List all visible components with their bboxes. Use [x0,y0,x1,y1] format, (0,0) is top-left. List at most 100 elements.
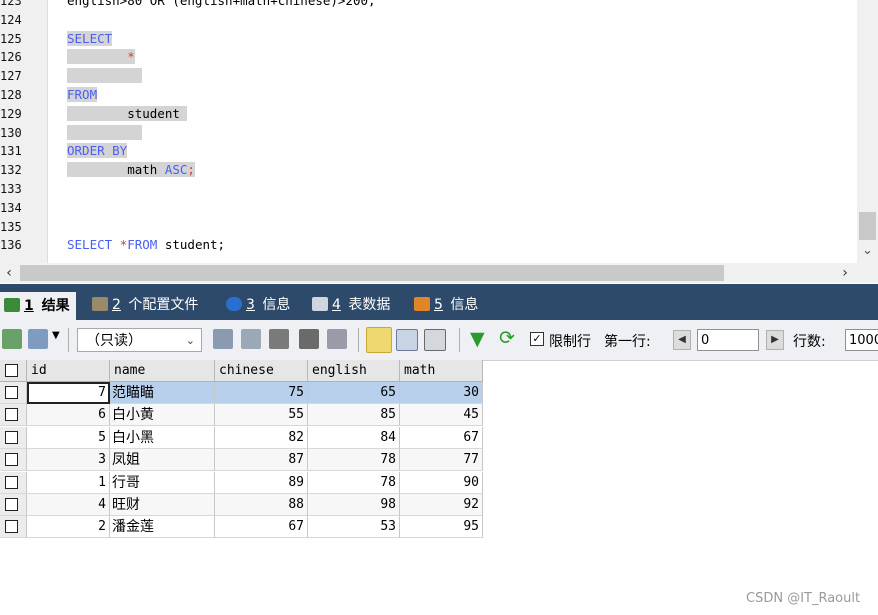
table-row[interactable]: 2 潘金莲 67 53 95 [0,516,483,539]
cell-english[interactable]: 85 [308,404,400,427]
checkbox-icon[interactable] [5,498,18,511]
code-line[interactable]: student [67,105,188,123]
code-line[interactable]: SELECT [67,30,113,48]
cell-chinese[interactable]: 88 [215,494,308,516]
table-row[interactable]: 5 白小黑 82 84 67 [0,426,483,449]
cell-math[interactable]: 77 [400,449,483,472]
cell-english[interactable]: 53 [308,516,400,539]
text-view-icon[interactable] [424,329,446,351]
tab-history[interactable]: 5 信息 [414,290,478,320]
sql-editor[interactable]: 123 124 125 126 127 128 129 130 131 132 133 134 135 1… [0,0,878,263]
checkbox-icon[interactable] [5,386,18,399]
row-checkbox[interactable] [0,382,27,404]
cell-math[interactable]: 67 [400,426,483,449]
row-checkbox[interactable] [0,494,27,516]
cell-english[interactable]: 65 [308,382,400,404]
scroll-left-icon[interactable]: ‹ [0,263,18,283]
cell-id[interactable]: 6 [27,404,110,427]
table-row[interactable]: 1 行哥 89 78 90 [0,471,483,494]
cell-english[interactable]: 98 [308,494,400,516]
table-row[interactable]: 6 白小黄 55 85 45 [0,404,483,427]
table-row[interactable]: 4 旺财 88 98 92 [0,494,483,516]
checkbox-icon[interactable] [5,408,18,422]
first-row-input[interactable]: 0 [697,329,759,351]
form-view-icon[interactable] [396,329,418,351]
column-header-id[interactable]: id [27,360,110,382]
column-header-chinese[interactable]: chinese [215,360,308,382]
tab-profile[interactable]: 2 个配置文件 [92,290,198,320]
cell-math[interactable]: 30 [400,382,483,404]
cell-id[interactable]: 3 [27,449,110,472]
code-line[interactable]: math ASC; [67,161,195,179]
table-row[interactable]: 3 凤姐 87 78 77 [0,449,483,472]
column-header-english[interactable]: english [308,360,400,382]
cell-chinese[interactable]: 67 [215,516,308,539]
dropdown-arrow-icon[interactable]: ▼ [52,330,60,341]
code-line[interactable] [67,124,143,142]
save-icon[interactable] [269,329,289,349]
grid-header-row[interactable]: id name chinese english math [0,360,483,382]
cell-chinese[interactable]: 82 [215,426,308,449]
cancel-changes-icon[interactable] [327,329,347,349]
duplicate-row-icon[interactable] [241,329,261,349]
column-header-name[interactable]: name [110,360,215,382]
export-grid-icon[interactable] [2,329,22,349]
cell-id[interactable]: 2 [27,516,110,539]
code-line[interactable]: english>80 OR (english+math+chinese)>200… [67,0,376,10]
checkbox-icon[interactable] [5,453,18,467]
checkbox-icon[interactable] [5,520,18,534]
editor-vertical-scrollbar[interactable]: ⌄ [857,0,878,263]
code-line[interactable]: SELECT *FROM student; [67,236,225,254]
cell-id[interactable]: 7 [27,382,110,404]
next-page-icon[interactable]: ▶ [766,330,784,350]
cell-name[interactable]: 凤姐 [110,449,215,472]
tab-table-data[interactable]: 4 表数据 [312,290,390,320]
cell-id[interactable]: 4 [27,494,110,516]
editor-horizontal-scrollbar[interactable]: ‹ › [0,263,878,283]
row-count-input[interactable]: 1000 [845,329,878,351]
cell-name[interactable]: 旺财 [110,494,215,516]
cell-english[interactable]: 78 [308,471,400,494]
cell-english[interactable]: 78 [308,449,400,472]
checkbox-icon[interactable] [5,430,18,444]
cell-math[interactable]: 92 [400,494,483,516]
result-mode-select[interactable]: （只读） ⌄ [77,328,202,352]
code-line[interactable]: FROM [67,86,98,104]
cell-name[interactable]: 行哥 [110,471,215,494]
row-checkbox[interactable] [0,516,27,539]
add-row-icon[interactable] [213,329,233,349]
filter-icon[interactable]: ▼ [470,328,485,350]
refresh-icon[interactable]: ⟳ [499,327,515,349]
code-line[interactable]: * [67,48,135,66]
cell-chinese[interactable]: 87 [215,449,308,472]
cell-math[interactable]: 90 [400,471,483,494]
limit-rows-checkbox[interactable]: ✓ [530,332,544,346]
tab-result[interactable]: 1 结果 [0,292,76,320]
tab-info[interactable]: 3 信息 [226,290,290,320]
table-row[interactable]: 7 范瞄瞄 75 65 30 [0,382,483,404]
cell-name[interactable]: 白小黄 [110,404,215,427]
row-checkbox[interactable] [0,426,27,449]
cell-math[interactable]: 95 [400,516,483,539]
view-mode-icon[interactable] [28,329,48,349]
checkbox-icon[interactable] [5,364,18,377]
cell-name[interactable]: 范瞄瞄 [110,382,215,404]
column-header-math[interactable]: math [400,360,483,382]
previous-page-icon[interactable]: ◀ [673,330,691,350]
scroll-right-icon[interactable]: › [836,263,854,283]
cell-name[interactable]: 潘金莲 [110,516,215,539]
row-checkbox[interactable] [0,449,27,472]
row-checkbox[interactable] [0,471,27,494]
row-checkbox[interactable] [0,360,27,382]
code-line[interactable]: ORDER BY [67,142,128,160]
cell-name[interactable]: 白小黑 [110,426,215,449]
row-checkbox[interactable] [0,404,27,427]
cell-id[interactable]: 1 [27,471,110,494]
cell-chinese[interactable]: 89 [215,471,308,494]
vertical-scroll-thumb[interactable] [859,212,876,240]
cell-math[interactable]: 45 [400,404,483,427]
cell-english[interactable]: 84 [308,426,400,449]
delete-icon[interactable] [299,329,319,349]
cell-chinese[interactable]: 55 [215,404,308,427]
scroll-down-icon[interactable]: ⌄ [857,242,878,260]
